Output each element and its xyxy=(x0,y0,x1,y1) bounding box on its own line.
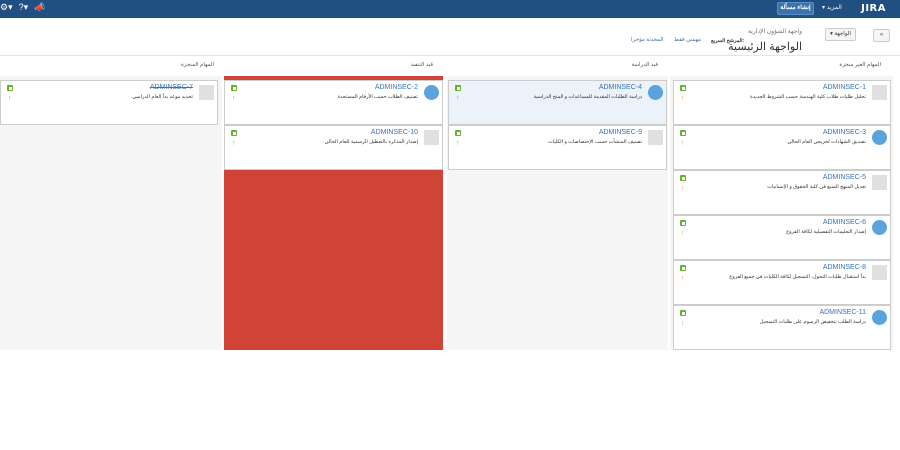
issue-key[interactable]: ADMINSEC-1 xyxy=(823,84,866,91)
column-header-todo: المهام الغير منجزة xyxy=(839,62,881,68)
issue-card[interactable]: ADMINSEC-5 تعديل المنهج المتبع في كلية ا… xyxy=(673,170,891,215)
issue-summary: تحديد موعد بدأ العام الدراسي xyxy=(132,94,193,100)
story-icon xyxy=(455,130,461,136)
issue-card[interactable]: ADMINSEC-9 تصنيف المنشآت حسب الإختصاصات … xyxy=(448,125,667,170)
story-icon xyxy=(680,220,686,226)
issue-card[interactable]: ADMINSEC-7 تحديد موعد بدأ العام الدراسي … xyxy=(0,80,218,125)
story-icon xyxy=(680,175,686,181)
issue-card[interactable]: ADMINSEC-2 تصنيف الطلاب حسب الأرقام المس… xyxy=(224,80,443,125)
project-breadcrumb[interactable]: واجهة الشؤون الإدارية xyxy=(748,28,802,35)
topbar-left-icons: ⚙▾ ?▾ 📣 xyxy=(0,2,45,13)
issue-card[interactable]: ADMINSEC-10 إصدار المذكرة بالتعطيل الرسم… xyxy=(224,125,443,170)
priority-major-icon: ↑ xyxy=(232,140,236,147)
priority-major-icon: ↑ xyxy=(681,320,685,327)
story-icon xyxy=(455,85,461,91)
assignee-avatar xyxy=(872,130,887,145)
issue-key[interactable]: ADMINSEC-10 xyxy=(371,129,418,136)
issue-summary: بدأ استقبال طلبات التحول، التسجيل لكافة … xyxy=(729,274,866,280)
collapse-button[interactable]: « xyxy=(873,29,890,42)
issue-key[interactable]: ADMINSEC-3 xyxy=(823,129,866,136)
issue-card[interactable]: ADMINSEC-11 دراسة الطلب بتخفيض الرسوم عل… xyxy=(673,305,891,350)
filter-recently-updated[interactable]: المحدثة مؤخرا xyxy=(631,37,664,43)
priority-major-icon: ↑ xyxy=(456,95,460,102)
story-icon xyxy=(680,310,686,316)
issue-summary: إصدار المذكرة بالتعطيل الرسمية للعام الح… xyxy=(324,139,418,145)
board-menu-label: الواجهة xyxy=(834,31,851,37)
filter-only-my-issues[interactable]: مهمتي فقط xyxy=(674,37,701,43)
issue-key[interactable]: ADMINSEC-2 xyxy=(375,84,418,91)
column-header-done: المهام المنجزة xyxy=(180,62,214,68)
issue-key[interactable]: ADMINSEC-4 xyxy=(599,84,642,91)
board-menu-dropdown[interactable]: ▾ الواجهة xyxy=(825,28,856,41)
assignee-avatar xyxy=(424,130,439,145)
quick-filter-label: المرشح السريع: xyxy=(711,38,745,44)
priority-major-icon: ↑ xyxy=(681,95,685,102)
assignee-avatar xyxy=(648,130,663,145)
assignee-avatar xyxy=(424,85,439,100)
assignee-avatar xyxy=(872,85,887,100)
priority-major-icon: ↑ xyxy=(681,230,685,237)
priority-major-icon: ↑ xyxy=(8,95,12,102)
column-header-under-study: قيد الدراسة xyxy=(631,62,658,68)
story-icon xyxy=(680,85,686,91)
issue-key[interactable]: ADMINSEC-7 xyxy=(150,84,193,91)
issue-card-selected[interactable]: ADMINSEC-4 دراسة الطلبات المقدمة للمساعد… xyxy=(448,80,667,125)
issue-summary: دراسة الطلبات المقدمة للمساعدات و المنح … xyxy=(533,94,642,100)
create-issue-button[interactable]: إنشاء مسألة xyxy=(777,2,814,15)
issue-card[interactable]: ADMINSEC-3 تصديق الشهادات لخريجي العام ا… xyxy=(673,125,891,170)
priority-major-icon: ↑ xyxy=(232,95,236,102)
issue-key[interactable]: ADMINSEC-8 xyxy=(823,264,866,271)
gear-icon[interactable]: ⚙▾ xyxy=(0,2,13,13)
issue-key[interactable]: ADMINSEC-11 xyxy=(819,309,866,316)
issue-summary: تعديل المنهج المتبع في كلية الحقوق و الإ… xyxy=(767,184,866,190)
assignee-avatar xyxy=(872,175,887,190)
issue-summary: تصديق الشهادات لخريجي العام الحالي xyxy=(787,139,866,145)
top-navigation-bar: ⚙▾ ?▾ 📣 إنشاء مسألة ▾ المزيد JIRA xyxy=(0,0,900,18)
issue-key[interactable]: ADMINSEC-5 xyxy=(823,174,866,181)
story-icon xyxy=(680,265,686,271)
issue-card[interactable]: ADMINSEC-6 إصدار التعليمات التفصيلية لكا… xyxy=(673,215,891,260)
assignee-avatar xyxy=(872,265,887,280)
assignee-avatar xyxy=(872,310,887,325)
issue-summary: إصدار التعليمات التفصيلية لكافة الفروع xyxy=(786,229,866,235)
priority-major-icon: ↑ xyxy=(681,140,685,147)
issue-card[interactable]: ADMINSEC-8 بدأ استقبال طلبات التحول، الت… xyxy=(673,260,891,305)
issue-summary: تصنيف الطلاب حسب الأرقام المستجدة xyxy=(337,94,418,100)
jira-logo[interactable]: JIRA xyxy=(861,3,886,14)
column-header-in-progress: قيد التنفيذ xyxy=(410,62,433,68)
assignee-avatar xyxy=(872,220,887,235)
issue-summary: تحليل طلبات طلاب كلية الهندسة حسب الشروط… xyxy=(750,94,866,100)
priority-major-icon: ↑ xyxy=(681,185,685,192)
board-header: واجهة الشؤون الإدارية الواجهة الرئيسية ا… xyxy=(0,18,900,56)
assignee-avatar xyxy=(648,85,663,100)
issue-summary: تصنيف المنشآت حسب الإختصاصات و الكليات xyxy=(548,139,642,145)
help-icon[interactable]: ?▾ xyxy=(19,2,29,13)
issue-key[interactable]: ADMINSEC-9 xyxy=(599,129,642,136)
story-icon xyxy=(231,85,237,91)
megaphone-icon[interactable]: 📣 xyxy=(34,2,45,13)
issue-card[interactable]: ADMINSEC-1 تحليل طلبات طلاب كلية الهندسة… xyxy=(673,80,891,125)
story-icon xyxy=(680,130,686,136)
issue-key[interactable]: ADMINSEC-6 xyxy=(823,219,866,226)
issue-summary: دراسة الطلب بتخفيض الرسوم على طلبات التس… xyxy=(759,319,866,325)
assignee-avatar xyxy=(199,85,214,100)
story-icon xyxy=(231,130,237,136)
story-icon xyxy=(7,85,13,91)
more-menu-label: المزيد xyxy=(826,5,842,11)
priority-major-icon: ↑ xyxy=(681,275,685,282)
priority-major-icon: ↑ xyxy=(456,140,460,147)
more-menu[interactable]: ▾ المزيد xyxy=(822,4,842,11)
